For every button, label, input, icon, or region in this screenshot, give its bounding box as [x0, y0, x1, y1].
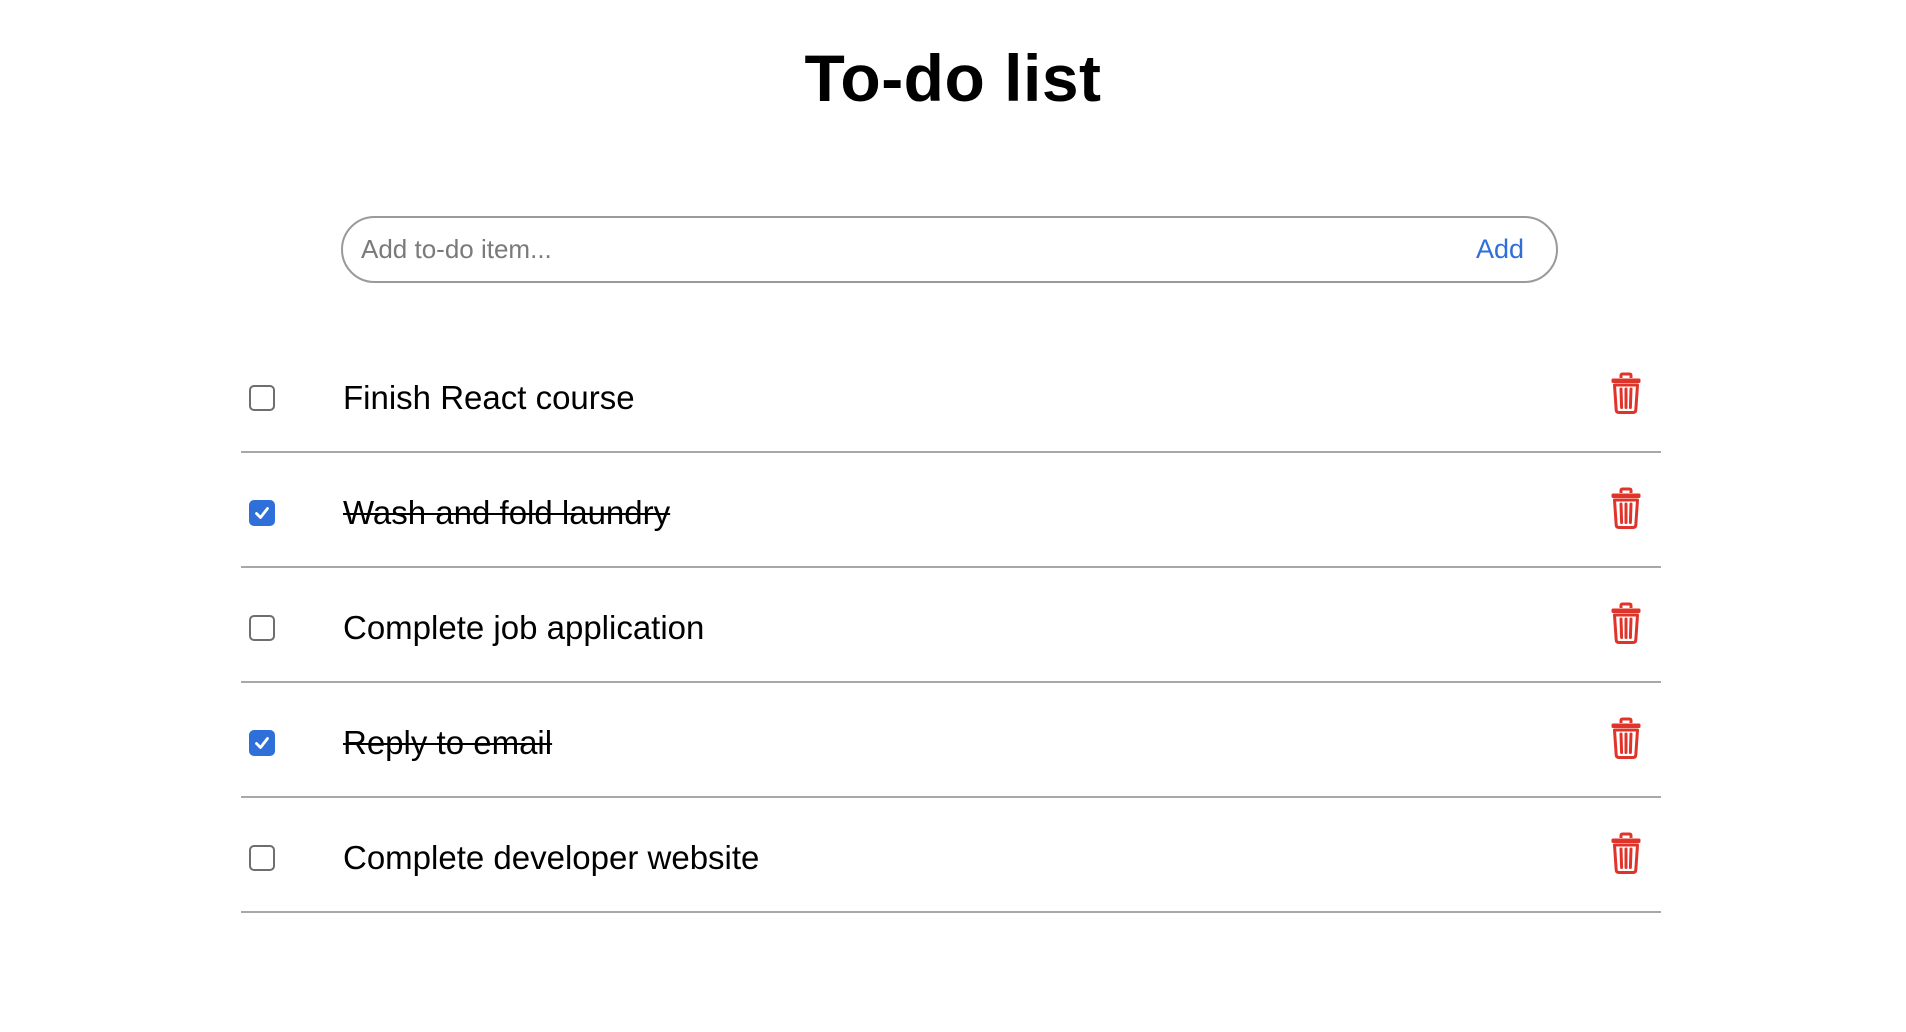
delete-button[interactable]	[1610, 372, 1642, 414]
todo-text: Complete developer website	[343, 839, 760, 876]
todo-checkbox[interactable]	[249, 730, 275, 756]
todo-text: Finish React course	[343, 379, 635, 416]
delete-button[interactable]	[1610, 832, 1642, 874]
add-button[interactable]: Add	[1456, 218, 1556, 281]
checkmark-icon	[255, 507, 269, 519]
todo-checkbox[interactable]	[249, 615, 275, 641]
todo-item: Wash and fold laundry	[241, 453, 1661, 568]
trash-icon	[1611, 487, 1641, 529]
trash-icon	[1611, 602, 1641, 644]
delete-button[interactable]	[1610, 602, 1642, 644]
trash-icon	[1611, 372, 1641, 414]
checkmark-icon	[255, 737, 269, 749]
add-todo-form: Add	[341, 216, 1558, 283]
todo-item: Reply to email	[241, 683, 1661, 798]
todo-checkbox[interactable]	[249, 500, 275, 526]
todo-text: Complete job application	[343, 609, 705, 646]
todo-checkbox[interactable]	[249, 845, 275, 871]
delete-button[interactable]	[1610, 717, 1642, 759]
page-title: To-do list	[804, 41, 1102, 115]
trash-icon	[1611, 832, 1641, 874]
add-todo-input[interactable]	[343, 218, 1456, 281]
todo-item: Finish React course	[241, 338, 1661, 453]
todo-list: Finish React course Wash and fold laundr…	[241, 338, 1661, 913]
trash-icon	[1611, 717, 1641, 759]
todo-text: Wash and fold laundry	[343, 494, 671, 531]
todo-item: Complete job application	[241, 568, 1661, 683]
todo-checkbox[interactable]	[249, 385, 275, 411]
todo-text: Reply to email	[343, 724, 553, 761]
todo-item: Complete developer website	[241, 798, 1661, 913]
delete-button[interactable]	[1610, 487, 1642, 529]
